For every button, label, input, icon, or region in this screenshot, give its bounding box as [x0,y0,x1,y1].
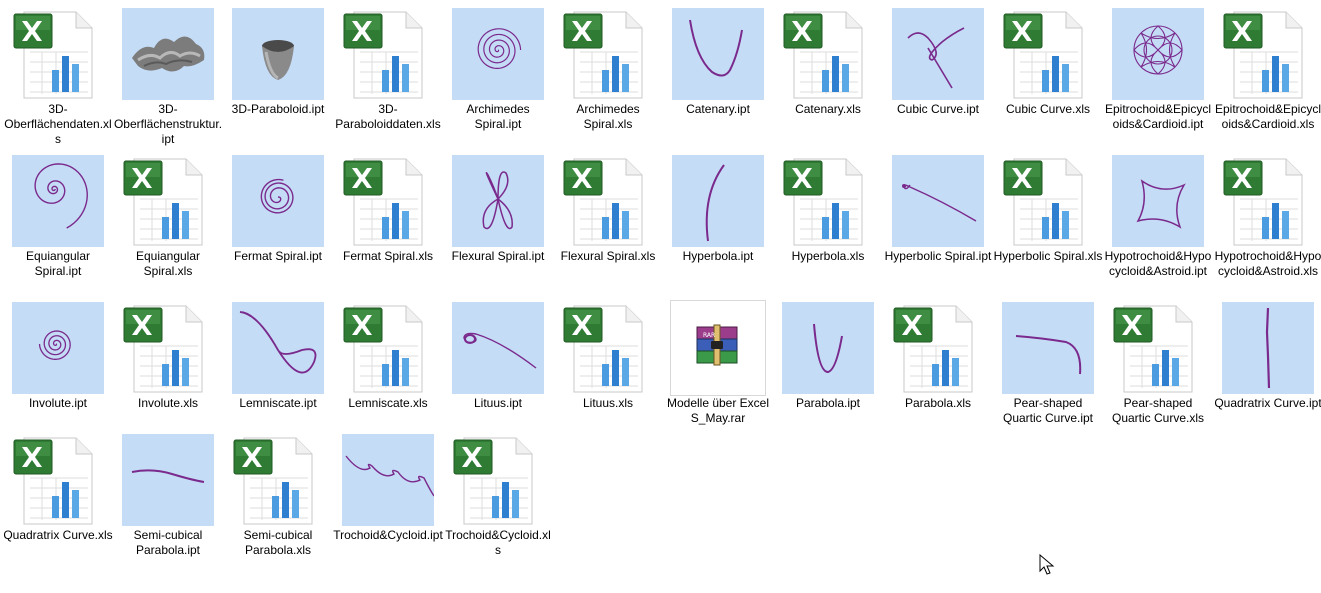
semicubical-parabola-thumbnail-icon [122,434,214,526]
pear-quartic-thumbnail-icon [1002,302,1094,394]
excel-file-icon [782,155,874,247]
file-name-label: Quadratrix Curve.ipt [1214,396,1321,410]
excel-file-icon [562,302,654,394]
excel-file-icon [1222,155,1314,247]
file-name-label: Trochoid&Cycloid.xls [445,528,551,557]
excel-file-icon [452,434,544,526]
file-name-label: Hypotrochoid&Hypocycloid&Astroid.ipt [1104,249,1212,278]
file-name-label: Fermat Spiral.ipt [233,249,323,263]
file-name-label: Hyperbola.xls [791,249,865,263]
fermat-spiral-thumbnail-icon [232,155,324,247]
file-name-label: Lituus.xls [582,396,634,410]
file-name-label: Trochoid&Cycloid.ipt [333,528,443,542]
excel-file-icon [12,8,104,100]
excel-file-icon [122,155,214,247]
file-name-label: 3D-Paraboloiddaten.xls [335,102,441,131]
file-name-label: Flexural Spiral.xls [560,249,656,263]
excel-file-icon [1112,302,1204,394]
file-name-label: Semi-cubical Parabola.ipt [133,528,203,557]
file-name-label: Cubic Curve.ipt [896,102,980,116]
file-name-label: Epitrochoid&Epicycloids&Cardioid.ipt [1104,102,1212,131]
lituus-thumbnail-icon [452,302,544,394]
file-name-label: Pear-shaped Quartic Curve.xls [1111,396,1205,425]
file-name-label: Hyperbolic Spiral.xls [993,249,1103,263]
parabola-thumbnail-icon [782,302,874,394]
excel-file-icon [1002,8,1094,100]
file-name-label: Archimedes Spiral.ipt [466,102,530,131]
file-name-label: Semi-cubical Parabola.xls [243,528,313,557]
file-name-label: 3D-Oberflächendaten.xls [4,102,112,146]
excel-file-icon [122,302,214,394]
file-name-label: Epitrochoid&Epicycloids&Cardioid.xls [1214,102,1321,131]
excel-file-icon [1222,8,1314,100]
flexural-spiral-thumbnail-icon [452,155,544,247]
archimedes-spiral-thumbnail-icon [452,8,544,100]
epitrochoid-thumbnail-icon [1112,8,1204,100]
quadratrix-thumbnail-icon [1222,302,1314,394]
lemniscate-thumbnail-icon [232,302,324,394]
file-name-label: Hyperbolic Spiral.ipt [884,249,992,263]
file-grid: 3D-Oberflächendaten.xls 3D-Oberflächenst… [0,0,1321,593]
excel-file-icon [562,8,654,100]
file-name-label: Fermat Spiral.xls [342,249,434,263]
excel-file-icon [782,8,874,100]
file-name-label: Equiangular Spiral.ipt [25,249,91,278]
file-name-label: Lemniscate.xls [348,396,428,410]
file-name-label: Parabola.xls [904,396,972,410]
astroid-thumbnail-icon [1112,155,1204,247]
file-name-label: Lituus.ipt [473,396,523,410]
file-name-label: Catenary.xls [795,102,861,116]
file-name-label: Hypotrochoid&Hypocycloid&Astroid.xls [1214,249,1321,278]
file-name-label: Pear-shaped Quartic Curve.ipt [1002,396,1094,425]
excel-file-icon [892,302,984,394]
file-name-label: Lemniscate.ipt [239,396,317,410]
file-name-label: Catenary.ipt [686,102,750,116]
excel-file-icon [342,8,434,100]
catenary-thumbnail-icon [672,8,764,100]
file-name-label: 3D-Paraboloid.ipt [231,102,325,116]
file-name-label: Quadratrix Curve.xls [3,528,113,542]
excel-file-icon [12,434,104,526]
paraboloid-thumbnail-icon [232,8,324,100]
excel-file-icon [1002,155,1094,247]
winrar-archive-icon: RAR [670,300,766,396]
file-name-label: Involute.xls [137,396,199,410]
svg-text:RAR: RAR [703,332,715,339]
cubic-curve-thumbnail-icon [892,8,984,100]
file-name-label: Cubic Curve.xls [1005,102,1091,116]
equiangular-spiral-thumbnail-icon [12,155,104,247]
involute-thumbnail-icon [12,302,104,394]
file-name-label: Flexural Spiral.ipt [451,249,545,263]
file-name-label: Involute.ipt [28,396,88,410]
excel-file-icon [232,434,324,526]
file-name-label: 3D-Oberflächenstruktur.ipt [113,102,223,146]
file-name-label: Archimedes Spiral.xls [576,102,640,131]
trochoid-thumbnail-icon [342,434,434,526]
excel-file-icon [562,155,654,247]
hyperbola-thumbnail-icon [672,155,764,247]
excel-file-icon [342,302,434,394]
file-name-label: Modelle über Excel S_May.rar [666,396,770,425]
surface-thumbnail-icon [122,8,214,100]
mouse-cursor-icon [1039,554,1055,575]
file-name-label: Parabola.ipt [795,396,861,410]
hyperbolic-spiral-thumbnail-icon [892,155,984,247]
file-name-label: Hyperbola.ipt [682,249,754,263]
file-name-label: Equiangular Spiral.xls [135,249,201,278]
excel-file-icon [342,155,434,247]
